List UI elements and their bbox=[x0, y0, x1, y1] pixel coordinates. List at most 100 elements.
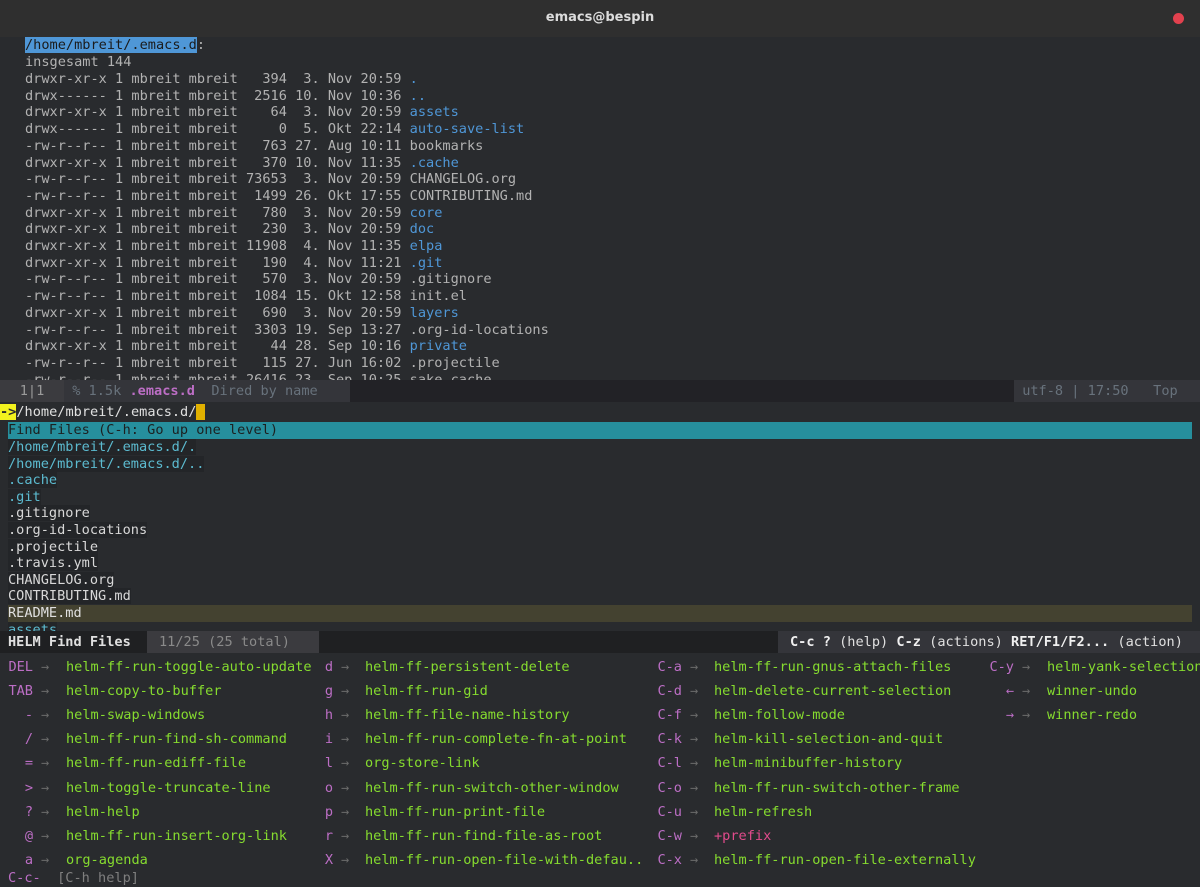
file-name[interactable]: sake.cache bbox=[410, 372, 492, 380]
file-name[interactable]: private bbox=[410, 338, 467, 354]
keybinding-command[interactable]: winner-undo bbox=[1047, 681, 1137, 701]
file-name[interactable]: elpa bbox=[410, 238, 443, 254]
helm-candidate[interactable]: .gitignore bbox=[8, 505, 90, 522]
file-attributes: drwxr-xr-x 1 mbreit mbreit 370 10. Nov 1… bbox=[25, 154, 410, 171]
dired-row[interactable]: -rw-r--r-- 1 mbreit mbreit 763 27. Aug 1… bbox=[25, 138, 483, 155]
dired-row[interactable]: -rw-r--r-- 1 mbreit mbreit 115 27. Jun 1… bbox=[25, 355, 500, 372]
helm-candidate[interactable]: .org-id-locations bbox=[8, 522, 148, 539]
dired-row[interactable]: drwxr-xr-x 1 mbreit mbreit 394 3. Nov 20… bbox=[25, 71, 418, 88]
dired-row[interactable]: drwxr-xr-x 1 mbreit mbreit 690 3. Nov 20… bbox=[25, 305, 459, 322]
helm-candidate[interactable]: README.md bbox=[8, 605, 1192, 622]
keybinding-command[interactable]: helm-ff-run-print-file bbox=[365, 802, 545, 822]
dired-row[interactable]: drwx------ 1 mbreit mbreit 2516 10. Nov … bbox=[25, 88, 426, 105]
keybinding-command[interactable]: helm-ff-run-open-file-with-defau.. bbox=[365, 850, 643, 870]
keybinding-command[interactable]: helm-ff-run-complete-fn-at-point bbox=[365, 729, 627, 749]
file-name[interactable]: CHANGELOG.org bbox=[410, 171, 516, 187]
major-mode: Dired by name bbox=[211, 383, 318, 399]
dired-row[interactable]: -rw-r--r-- 1 mbreit mbreit 1499 26. Okt … bbox=[25, 188, 532, 205]
key-label: p bbox=[324, 803, 333, 820]
keybinding-command[interactable]: helm-ff-file-name-history bbox=[365, 705, 570, 725]
dired-row[interactable]: -rw-r--r-- 1 mbreit mbreit 1084 15. Okt … bbox=[25, 288, 467, 305]
keybinding-command[interactable]: helm-kill-selection-and-quit bbox=[714, 729, 943, 749]
helm-candidate[interactable]: /home/mbreit/.emacs.d/. bbox=[8, 439, 197, 456]
key-label: → bbox=[1005, 707, 1014, 724]
buffer-size: % 1.5k bbox=[72, 383, 122, 399]
keybinding-command[interactable]: helm-ff-run-switch-other-frame bbox=[714, 778, 960, 798]
key-label: C-u bbox=[657, 803, 682, 820]
minibuffer-prompt[interactable]: ->/home/mbreit/.emacs.d/ bbox=[0, 403, 206, 421]
arrow-icon: → bbox=[41, 755, 50, 772]
file-name[interactable]: .git bbox=[410, 255, 443, 271]
key-label: g bbox=[324, 683, 333, 700]
dired-row[interactable]: -rw-r--r-- 1 mbreit mbreit 73653 3. Nov … bbox=[25, 171, 516, 188]
file-name[interactable]: assets bbox=[410, 104, 459, 120]
keybinding-command[interactable]: helm-help bbox=[66, 802, 140, 822]
helm-candidate[interactable]: CHANGELOG.org bbox=[8, 571, 115, 589]
dired-row[interactable]: -rw-r--r-- 1 mbreit mbreit 26416 23. Sep… bbox=[25, 372, 492, 380]
file-name[interactable]: layers bbox=[410, 305, 459, 321]
keybinding-command[interactable]: helm-ff-run-gid bbox=[365, 681, 488, 701]
helm-candidate[interactable]: .git bbox=[8, 488, 41, 506]
dired-row[interactable]: drwxr-xr-x 1 mbreit mbreit 11908 4. Nov … bbox=[25, 238, 442, 255]
dired-row[interactable]: drwxr-xr-x 1 mbreit mbreit 230 3. Nov 20… bbox=[25, 221, 434, 238]
keybinding-command[interactable]: helm-yank-selection bbox=[1047, 657, 1200, 677]
file-name[interactable]: .org-id-locations bbox=[410, 322, 549, 338]
dired-row[interactable]: -rw-r--r-- 1 mbreit mbreit 570 3. Nov 20… bbox=[25, 271, 492, 288]
keybinding-command[interactable]: helm-toggle-truncate-line bbox=[66, 778, 271, 798]
window-title: emacs@bespin bbox=[545, 10, 655, 25]
keybinding-command[interactable]: helm-copy-to-buffer bbox=[66, 681, 222, 701]
file-name[interactable]: .. bbox=[410, 88, 426, 104]
arrow-icon: → bbox=[690, 755, 699, 772]
file-name[interactable]: .projectile bbox=[410, 355, 500, 371]
keybinding-command[interactable]: helm-follow-mode bbox=[714, 705, 845, 725]
keybinding-command[interactable]: helm-swap-windows bbox=[66, 705, 205, 725]
dired-path[interactable]: /home/mbreit/.emacs.d bbox=[25, 37, 197, 53]
file-name[interactable]: init.el bbox=[410, 288, 467, 304]
keybinding-command[interactable]: helm-ff-run-insert-org-link bbox=[66, 826, 287, 846]
dired-row[interactable]: drwxr-xr-x 1 mbreit mbreit 44 28. Sep 10… bbox=[25, 338, 467, 355]
keybinding-command[interactable]: helm-ff-run-open-file-externally bbox=[714, 850, 976, 870]
arrow-icon: → bbox=[341, 731, 350, 748]
file-name[interactable]: .gitignore bbox=[410, 271, 492, 287]
key-label: C-k bbox=[657, 731, 682, 748]
keybinding-command[interactable]: helm-ff-persistent-delete bbox=[365, 657, 570, 677]
dired-row[interactable]: drwxr-xr-x 1 mbreit mbreit 780 3. Nov 20… bbox=[25, 205, 442, 222]
arrow-icon: → bbox=[41, 707, 50, 724]
keybinding-command[interactable]: helm-refresh bbox=[714, 802, 812, 822]
dired-row[interactable]: drwxr-xr-x 1 mbreit mbreit 64 3. Nov 20:… bbox=[25, 104, 459, 121]
keybinding-command[interactable]: helm-ff-run-find-file-as-root bbox=[365, 826, 602, 846]
helm-candidate[interactable]: /home/mbreit/.emacs.d/.. bbox=[8, 455, 205, 473]
keybinding-command[interactable]: helm-ff-run-find-sh-command bbox=[66, 729, 287, 749]
helm-candidate[interactable]: .cache bbox=[8, 472, 58, 489]
keybinding-command[interactable]: helm-minibuffer-history bbox=[714, 753, 902, 773]
keybinding-command[interactable]: helm-ff-run-toggle-auto-update bbox=[66, 657, 312, 677]
keybinding-command[interactable]: winner-redo bbox=[1047, 705, 1137, 725]
file-name[interactable]: auto-save-list bbox=[410, 121, 525, 137]
file-name[interactable]: .cache bbox=[410, 155, 459, 171]
file-name[interactable]: CONTRIBUTING.md bbox=[410, 188, 533, 204]
dired-row[interactable]: drwxr-xr-x 1 mbreit mbreit 370 10. Nov 1… bbox=[25, 155, 459, 172]
dired-row[interactable]: -rw-r--r-- 1 mbreit mbreit 3303 19. Sep … bbox=[25, 322, 549, 339]
file-name[interactable]: bookmarks bbox=[410, 138, 484, 154]
keybinding-command[interactable]: helm-ff-run-switch-other-window bbox=[365, 778, 619, 798]
file-name[interactable]: doc bbox=[410, 221, 435, 237]
file-name[interactable]: . bbox=[410, 71, 418, 87]
helm-candidate[interactable]: assets bbox=[8, 621, 58, 631]
keybinding-command[interactable]: helm-ff-run-ediff-file bbox=[66, 753, 246, 773]
dired-row[interactable]: drwxr-xr-x 1 mbreit mbreit 190 4. Nov 11… bbox=[25, 255, 442, 272]
helm-candidate[interactable]: CONTRIBUTING.md bbox=[8, 588, 131, 605]
keybinding-command[interactable]: helm-ff-run-gnus-attach-files bbox=[714, 657, 951, 677]
helm-candidate[interactable]: .projectile bbox=[8, 538, 99, 556]
file-name[interactable]: core bbox=[410, 205, 443, 221]
keybinding-command[interactable]: +prefix bbox=[714, 826, 771, 846]
keybinding-command[interactable]: org-store-link bbox=[365, 753, 480, 773]
arrow-icon: → bbox=[341, 827, 350, 844]
close-icon[interactable] bbox=[1173, 13, 1184, 24]
dired-row[interactable]: drwx------ 1 mbreit mbreit 0 5. Okt 22:1… bbox=[25, 121, 524, 138]
buffer-info: % 1.5k .emacs.d Dired by name bbox=[64, 380, 350, 402]
minibuffer-input[interactable]: /home/mbreit/.emacs.d/ bbox=[16, 404, 196, 420]
key-label: d bbox=[324, 659, 333, 675]
keybinding-command[interactable]: helm-delete-current-selection bbox=[714, 681, 951, 701]
keybinding-command[interactable]: org-agenda bbox=[66, 850, 148, 870]
helm-candidate[interactable]: .travis.yml bbox=[8, 555, 99, 572]
